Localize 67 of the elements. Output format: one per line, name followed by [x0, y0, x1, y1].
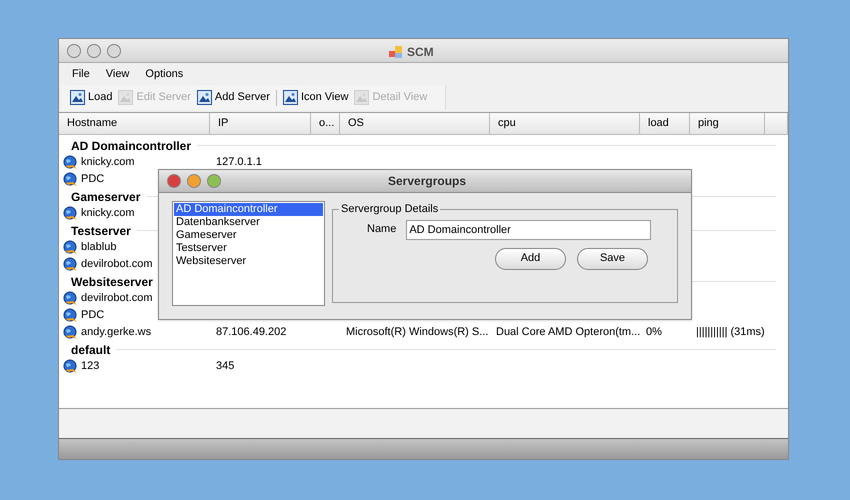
hostname-cell-text: devilrobot.com — [81, 257, 153, 272]
globe-icon — [63, 291, 78, 306]
list-item[interactable]: Websiteserver — [174, 255, 323, 268]
column-header[interactable]: ping — [690, 113, 765, 134]
column-header[interactable]: OS — [340, 113, 490, 134]
globe-icon — [63, 257, 78, 272]
hostname-cell-text: PDC — [81, 172, 104, 188]
window-control[interactable] — [67, 44, 81, 58]
group-header: Websiteserver — [71, 274, 153, 290]
window-control[interactable] — [187, 174, 201, 188]
globe-icon — [63, 206, 78, 221]
globe-icon — [63, 325, 78, 340]
toolbar-button[interactable]: Add Server — [194, 88, 272, 108]
hostname-cell-text: knicky.com — [81, 206, 135, 222]
hostname-cell-text: andy.gerke.ws — [81, 325, 152, 340]
toolbar-button[interactable]: Load — [68, 88, 114, 108]
column-header[interactable]: cpu — [490, 113, 640, 134]
image-icon — [282, 90, 298, 105]
ping-cell: ||||||||||| (31ms) — [696, 326, 765, 338]
globe-icon — [63, 308, 78, 323]
menu-item[interactable]: File — [65, 66, 97, 82]
dialog-button[interactable]: Save — [577, 248, 648, 270]
menu-item[interactable]: View — [98, 66, 136, 82]
hostname-cell-text: 123 — [81, 359, 100, 374]
menu-item[interactable]: Options — [138, 66, 190, 82]
dialog-title: Servergroups — [388, 173, 466, 190]
list-item[interactable]: Gameserver — [174, 229, 323, 242]
hostname-cell-text: PDC — [81, 308, 104, 324]
ip-cell: 127.0.1.1 — [216, 156, 262, 168]
hostname-cell-text: devilrobot.com — [81, 291, 153, 306]
group-header: Gameserver — [71, 188, 140, 206]
os-cell: Microsoft(R) Windows(R) S... — [346, 326, 488, 338]
toolbar-button[interactable]: Icon View — [280, 88, 350, 108]
name-field[interactable]: AD Domaincontroller — [406, 220, 652, 240]
globe-icon — [63, 359, 78, 374]
window-control[interactable] — [107, 44, 121, 58]
column-header[interactable]: Hostname — [59, 113, 210, 134]
list-item[interactable]: Datenbankserver — [174, 216, 323, 229]
group-legend: Servergroup Details — [339, 201, 440, 218]
column-header[interactable]: IP — [210, 113, 311, 134]
image-icon — [118, 90, 134, 105]
hostname-cell-text: blablub — [81, 240, 116, 256]
column-header[interactable]: load — [640, 113, 690, 134]
cpu-cell: Dual Core AMD Opteron(tm... — [496, 326, 640, 338]
load-cell: 0% — [646, 326, 662, 338]
image-icon — [196, 90, 212, 105]
dialog-button[interactable]: Add — [495, 248, 566, 270]
group-header: default — [71, 342, 110, 358]
list-item[interactable]: Testserver — [174, 242, 323, 255]
ip-cell: 87.106.49.202 — [216, 326, 286, 338]
window-control[interactable] — [87, 44, 101, 58]
ip-cell: 345 — [216, 360, 234, 372]
globe-icon — [63, 172, 78, 187]
group-header: AD Domaincontroller — [71, 138, 192, 154]
list-item[interactable]: AD Domaincontroller — [174, 203, 323, 216]
window-title: SCM — [407, 44, 434, 61]
window-control[interactable] — [167, 174, 181, 188]
app-icon — [389, 45, 403, 59]
column-header[interactable]: o... — [311, 113, 340, 134]
window-control[interactable] — [207, 174, 221, 188]
globe-icon — [63, 240, 78, 255]
group-header: Testserver — [71, 222, 131, 240]
hostname-cell-text: knicky.com — [81, 155, 135, 170]
image-icon — [70, 90, 85, 105]
globe-icon — [63, 155, 78, 170]
image-icon — [354, 90, 370, 105]
name-label: Name — [367, 222, 396, 238]
